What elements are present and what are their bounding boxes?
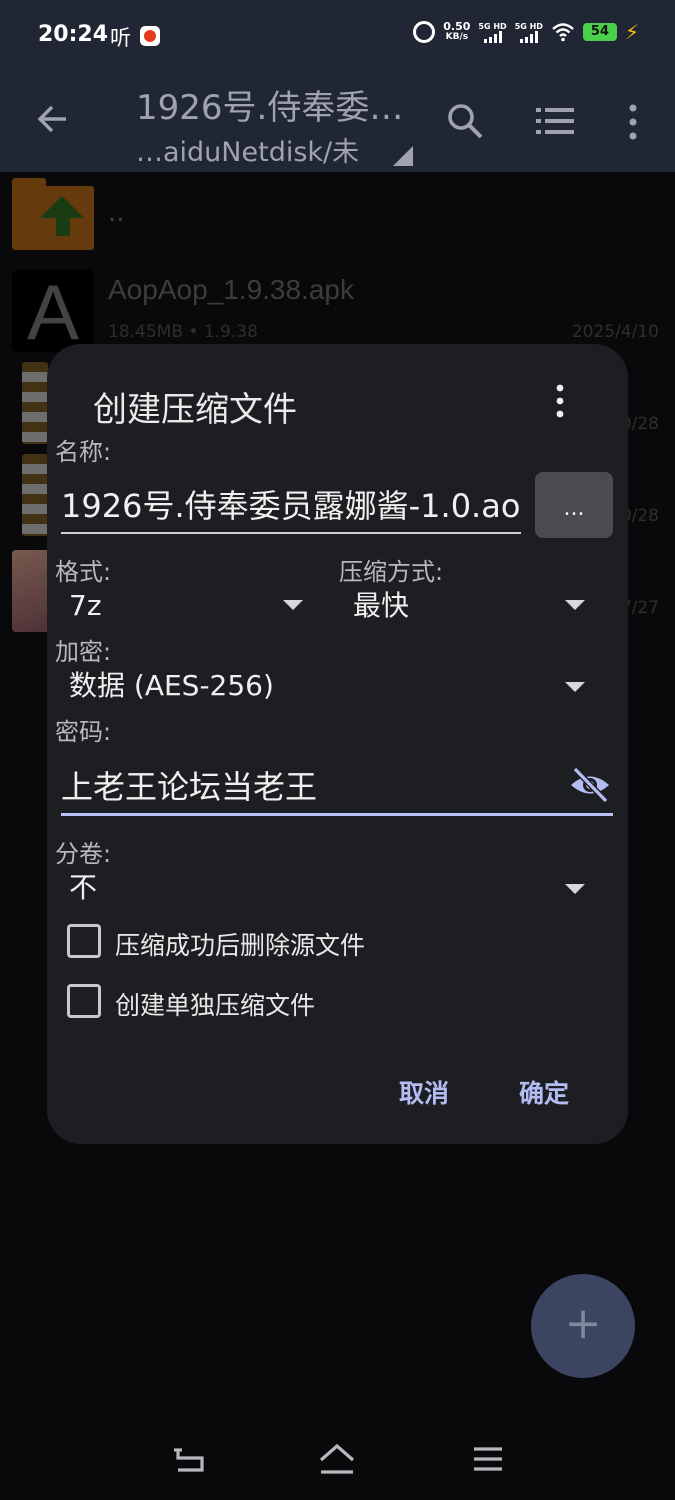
method-dropdown-icon[interactable] <box>565 600 585 610</box>
folder-title: 1926号.侍奉委… <box>136 88 404 128</box>
password-label: 密码: <box>55 718 112 746</box>
system-nav-bar <box>0 1420 675 1500</box>
folder-path[interactable]: …aiduNetdisk/未 <box>136 130 359 169</box>
split-label: 分卷: <box>55 840 112 868</box>
split-value: 不 <box>69 871 98 904</box>
name-label: 名称: <box>55 438 112 466</box>
method-select[interactable]: 最快 <box>353 584 593 628</box>
sim1-label: 5G HD <box>478 21 507 31</box>
separate-archive-checkbox[interactable] <box>67 984 101 1018</box>
visibility-off-icon[interactable] <box>569 766 611 804</box>
status-icons: 0.50 KB/s 5G HD 5G HD 54 ⚡ <box>413 20 639 44</box>
nav-home-icon[interactable] <box>318 1442 356 1476</box>
signal-sim1-icon: 5G HD <box>478 21 507 43</box>
split-select[interactable]: 不 <box>69 866 569 910</box>
create-archive-dialog: 创建压缩文件 名称: 1926号.侍奉委员露娜酱-1.0.ao ... 格式: … <box>47 344 628 1144</box>
password-input[interactable]: 上老王论坛当老王 <box>61 760 613 816</box>
format-dropdown-icon[interactable] <box>283 600 303 610</box>
add-fab-button[interactable]: + <box>531 1274 635 1378</box>
signal-sim2-icon: 5G HD <box>515 22 543 43</box>
delete-source-label[interactable]: 压缩成功后删除源文件 <box>115 926 365 962</box>
search-icon[interactable] <box>446 102 484 140</box>
wifi-icon <box>552 23 574 42</box>
app-toolbar: 1926号.侍奉委… …aiduNetdisk/未 <box>0 72 675 172</box>
encrypt-value: 数据 (AES-256) <box>69 669 274 702</box>
split-dropdown-icon[interactable] <box>565 884 585 894</box>
status-time: 20:24 <box>38 22 109 47</box>
list-view-icon[interactable] <box>536 104 574 138</box>
format-select[interactable]: 7z <box>69 584 309 628</box>
status-bar: 20:24 听 0.50 KB/s 5G HD 5G HD 54 ⚡ <box>0 0 675 72</box>
method-label: 压缩方式: <box>339 558 444 586</box>
back-arrow-icon[interactable] <box>36 102 70 136</box>
encrypt-label: 加密: <box>55 638 112 666</box>
nav-recents-icon[interactable] <box>472 1446 504 1472</box>
ok-button[interactable]: 确定 <box>519 1074 569 1110</box>
more-vert-icon[interactable] <box>622 102 644 142</box>
browse-button[interactable]: ... <box>535 472 613 538</box>
format-value: 7z <box>69 589 102 622</box>
net-speed: 0.50 KB/s <box>443 21 470 43</box>
nav-back-icon[interactable] <box>172 1446 206 1474</box>
encrypt-dropdown-icon[interactable] <box>565 682 585 692</box>
screen: 20:24 听 0.50 KB/s 5G HD 5G HD 54 ⚡ 1926号… <box>0 0 675 1500</box>
delete-source-checkbox[interactable] <box>67 924 101 958</box>
format-label: 格式: <box>55 558 112 586</box>
ting-app-icon: 听 <box>110 26 131 50</box>
archive-name-input[interactable]: 1926号.侍奉委员露娜酱-1.0.ao <box>61 478 521 534</box>
sim2-label: 5G HD <box>514 21 543 31</box>
path-dropdown-icon[interactable] <box>393 146 413 166</box>
battery-icon: 54 <box>582 23 617 41</box>
dialog-more-icon[interactable] <box>551 384 569 418</box>
net-speed-unit: KB/s <box>445 32 469 42</box>
alarm-icon <box>413 21 436 43</box>
cancel-button[interactable]: 取消 <box>399 1074 449 1110</box>
separate-archive-label[interactable]: 创建单独压缩文件 <box>115 986 315 1022</box>
net-speed-value: 0.50 <box>443 20 471 33</box>
encrypt-select[interactable]: 数据 (AES-256) <box>69 664 569 708</box>
dialog-title: 创建压缩文件 <box>93 390 297 430</box>
notification-app-icon <box>140 26 160 46</box>
method-value: 最快 <box>353 589 410 622</box>
charging-icon: ⚡ <box>624 20 639 44</box>
